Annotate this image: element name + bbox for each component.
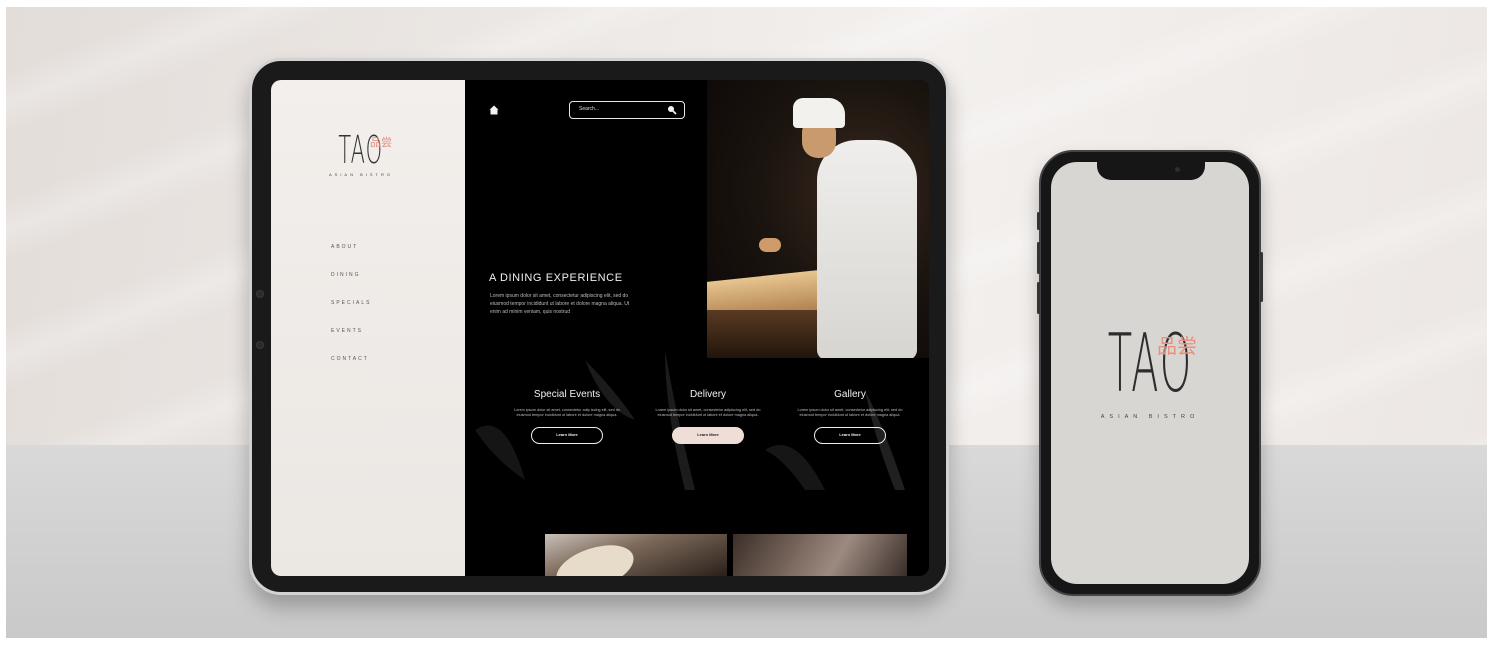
nav-item-dining[interactable]: DINING (331, 271, 371, 299)
phone-notch (1097, 162, 1205, 180)
learn-more-button[interactable]: Learn More (531, 427, 603, 444)
search-icon[interactable] (667, 105, 677, 115)
nav-item-contact[interactable]: CONTACT (331, 355, 371, 383)
search-placeholder: Search... (579, 106, 600, 112)
tablet-sensor (256, 341, 264, 349)
home-icon[interactable] (489, 105, 499, 115)
logo-kanji: 品尝 (370, 136, 392, 149)
tablet-camera (256, 290, 264, 298)
card-text: Lorem ipsum dolor sit amet, consectetur … (797, 408, 903, 417)
hero-headline: A DINING EXPERIENCE (489, 272, 623, 284)
card-gallery: Gallery Lorem ipsum dolor sit amet, cons… (785, 389, 915, 444)
hero-body: Lorem ipsum dolor sit amet, consectetur … (490, 293, 630, 315)
main-content: Search... A DINING EXPERIENCE Lorem ipsu… (465, 80, 929, 576)
nav-item-events[interactable]: EVENTS (331, 327, 371, 355)
phone-mute-switch (1037, 212, 1040, 230)
hero-image-chef (707, 80, 929, 358)
card-text: Lorem ipsum dolor sit amet, consectetur … (514, 408, 620, 417)
learn-more-button[interactable]: Learn More (672, 427, 744, 444)
nav-item-about[interactable]: ABOUT (331, 243, 371, 271)
tablet-device: TAO 品尝 ASIAN BISTRO ABOUT DINING SPECIAL… (249, 58, 949, 595)
logo[interactable]: TAO 品尝 ASIAN BISTRO (311, 130, 411, 177)
phone-power-button (1260, 252, 1263, 302)
nav-item-specials[interactable]: SPECIALS (331, 299, 371, 327)
sidebar: TAO 品尝 ASIAN BISTRO ABOUT DINING SPECIAL… (271, 80, 465, 576)
phone-logo-subtitle: ASIAN BISTRO (1100, 414, 1200, 420)
tablet-screen: TAO 品尝 ASIAN BISTRO ABOUT DINING SPECIAL… (271, 80, 929, 576)
card-special-events: Special Events Lorem ipsum dolor sit ame… (502, 389, 632, 444)
phone-device: TAO 品尝 ASIAN BISTRO (1037, 150, 1263, 596)
sidebar-nav: ABOUT DINING SPECIALS EVENTS CONTACT (331, 243, 371, 383)
gallery-thumbnail[interactable] (733, 534, 907, 576)
learn-more-button[interactable]: Learn More (814, 427, 886, 444)
card-title: Delivery (689, 389, 727, 400)
phone-volume-up (1037, 242, 1040, 274)
gallery-thumbnail[interactable] (545, 534, 727, 576)
logo-subtitle: ASIAN BISTRO (328, 172, 393, 177)
phone-logo: TAO 品尝 ASIAN BISTRO (1051, 324, 1249, 421)
card-title: Special Events (533, 389, 601, 400)
card-title: Gallery (834, 389, 866, 400)
phone-screen: TAO 品尝 ASIAN BISTRO (1051, 162, 1249, 584)
card-text: Lorem ipsum dolor sit amet, consectetur … (655, 408, 761, 417)
phone-logo-kanji: 品尝 (1157, 334, 1197, 358)
card-delivery: Delivery Lorem ipsum dolor sit amet, con… (643, 389, 773, 444)
phone-volume-down (1037, 282, 1040, 314)
search-input[interactable]: Search... (569, 101, 685, 119)
mockup-scene: TAO 品尝 ASIAN BISTRO ABOUT DINING SPECIAL… (0, 0, 1493, 645)
